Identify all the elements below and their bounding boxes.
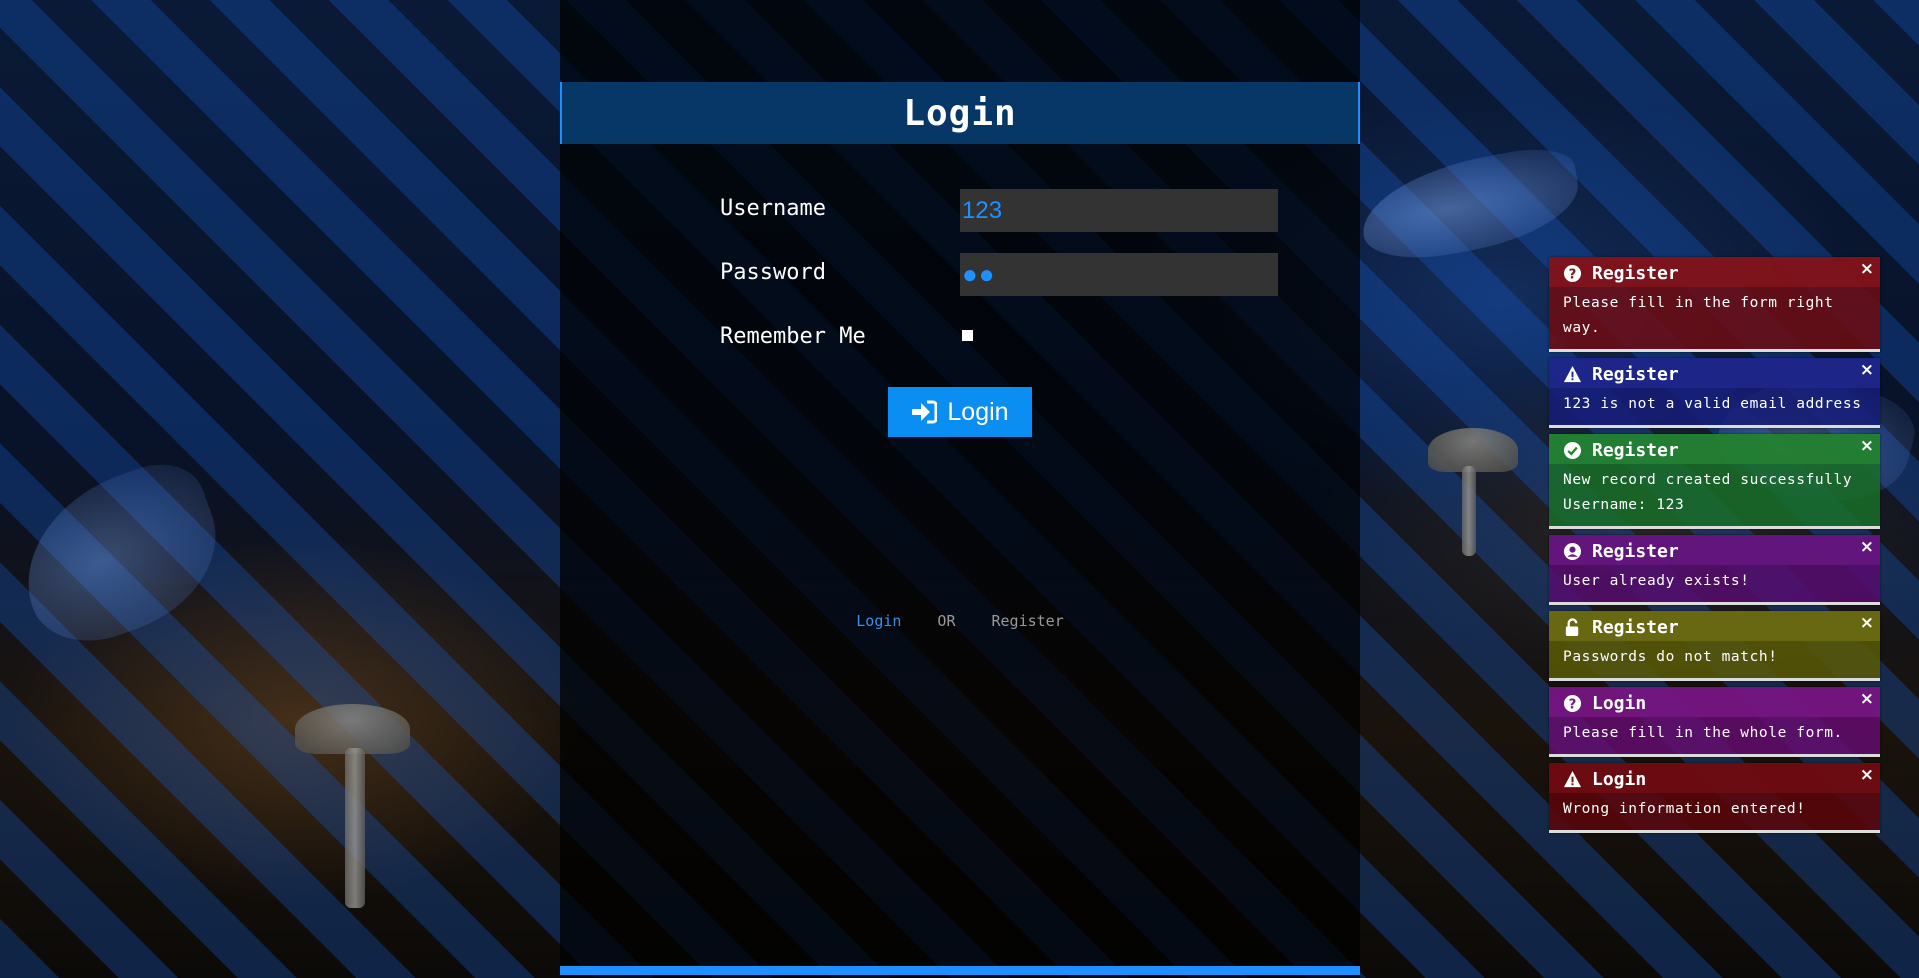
question-circle-icon: ? [1563,264,1582,282]
notification-title: Register [1592,616,1679,638]
sign-in-icon [911,400,938,424]
notification-message-line: New record created successfully [1563,472,1853,488]
username-value: 123 [962,196,1003,224]
notification-header: Register [1549,358,1880,388]
page-title: Login [903,92,1017,134]
notification-title: Register [1592,262,1679,284]
switch-register-link[interactable]: Register [991,612,1063,630]
unlock-icon [1565,617,1579,636]
notification-title: Login [1592,692,1647,714]
notification: ? Login × Please fill in the whole form. [1549,687,1880,757]
mushroom-left-stem-decoration [345,748,365,908]
close-icon[interactable]: × [1860,689,1874,709]
notification-header: ? Register [1549,257,1880,287]
notification-message: 123 is not a valid email address [1563,396,1862,412]
password-value: ●● [962,259,996,289]
notification: Register × 123 is not a valid email addr… [1549,358,1880,428]
notification-message: Passwords do not match! [1563,649,1778,665]
notification-header: Register [1549,611,1880,641]
notification: Register × Passwords do not match! [1549,611,1880,681]
notification-message-line: Username: 123 [1563,497,1685,513]
switch-or-text: OR [937,612,956,630]
notification-title: Register [1592,540,1679,562]
butterfly-right-decoration [1353,141,1587,269]
notification-message: User already exists! [1563,573,1750,589]
login-submit-button[interactable]: Login [888,387,1032,437]
close-icon[interactable]: × [1860,360,1874,380]
notification: Register × User already exists! [1549,535,1880,605]
form-switcher: Login OR Register [560,612,1360,630]
notification-header: Login [1549,763,1880,793]
close-icon[interactable]: × [1860,436,1874,456]
notification-header: Register [1549,434,1880,464]
check-circle-icon [1563,441,1582,459]
notification: Register × New record created successful… [1549,434,1880,529]
notification-stack: ? Register × Please fill in the form rig… [1549,257,1880,839]
switch-login-link[interactable]: Login [856,612,901,630]
close-icon[interactable]: × [1860,613,1874,633]
notification-header: ? Login [1549,687,1880,717]
notification: ? Register × Please fill in the form rig… [1549,257,1880,352]
password-input[interactable]: ●● [960,253,1278,296]
password-label: Password [720,260,826,285]
notification-message: New record created successfully Username… [1549,464,1880,526]
notification-message: Please fill in the whole form. [1563,725,1843,741]
warning-triangle-icon [1563,365,1582,382]
butterfly-left-decoration [0,450,240,660]
username-label: Username [720,196,826,221]
remember-me-label: Remember Me [720,324,866,349]
notification-title: Register [1592,439,1679,461]
notification-title: Register [1592,363,1679,385]
login-submit-label: Login [947,397,1009,426]
warning-triangle-icon [1563,770,1582,787]
mushroom-left-decoration [295,704,410,754]
svg-text:?: ? [1569,267,1577,282]
login-panel: Login Username 123 Password ●● Remember … [560,0,1360,978]
notification: Login × Wrong information entered! [1549,763,1880,833]
svg-text:?: ? [1569,697,1577,712]
close-icon[interactable]: × [1860,537,1874,557]
page-background: Login Username 123 Password ●● Remember … [0,0,1919,978]
notification-message: Please fill in the form right way. [1563,295,1834,336]
close-icon[interactable]: × [1860,259,1874,279]
mushroom-right-stem-decoration [1462,466,1476,556]
question-circle-icon: ? [1563,694,1582,712]
panel-header: Login [560,82,1360,144]
notification-message: Wrong information entered! [1563,801,1806,817]
notification-header: Register [1549,535,1880,565]
close-icon[interactable]: × [1860,765,1874,785]
user-circle-icon [1563,542,1582,560]
notification-title: Login [1592,768,1647,790]
remember-me-checkbox[interactable] [962,330,973,341]
panel-bottom-bar [560,966,1360,975]
mushroom-right-decoration [1428,428,1518,472]
username-input[interactable]: 123 [960,189,1278,232]
